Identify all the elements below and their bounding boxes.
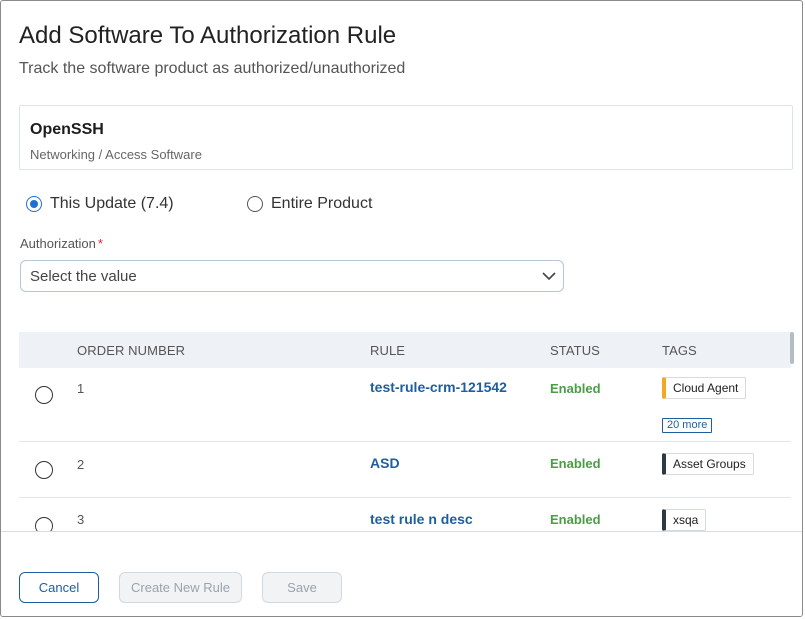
row-rule-link[interactable]: test rule n desc <box>370 511 473 527</box>
radio-this-update[interactable]: This Update (7.4) <box>26 195 174 213</box>
row-select-radio[interactable] <box>35 517 53 531</box>
dialog-title: Add Software To Authorization Rule <box>19 22 397 49</box>
add-software-dialog: Add Software To Authorization Rule Track… <box>0 0 803 617</box>
row-status: Enabled <box>550 381 601 396</box>
header-rule: RULE <box>370 343 406 358</box>
authorization-select[interactable]: Select the value <box>20 260 564 292</box>
table-header: ORDER NUMBER RULE STATUS TAGS <box>19 332 791 368</box>
tag-badge: xsqa <box>662 509 707 531</box>
authorization-label-text: Authorization <box>20 236 96 251</box>
row-rule-link[interactable]: ASD <box>370 455 400 471</box>
table-row: 3 test rule n desc Enabled xsqa <box>19 498 791 531</box>
create-new-rule-button[interactable]: Create New Rule <box>119 572 242 603</box>
row-select-radio[interactable] <box>35 386 53 404</box>
product-name: OpenSSH <box>30 121 104 138</box>
authorization-label: Authorization * <box>20 236 103 251</box>
cancel-button[interactable]: Cancel <box>19 572 99 603</box>
row-status: Enabled <box>550 456 601 471</box>
tag-badge: Asset Groups <box>662 453 754 475</box>
tag-badge: Cloud Agent <box>662 377 747 399</box>
radio-entire-product[interactable]: Entire Product <box>247 195 372 213</box>
radio-entire-product-label: Entire Product <box>271 195 373 212</box>
header-tags: TAGS <box>662 343 697 358</box>
row-select-radio[interactable] <box>35 461 53 479</box>
row-order: 2 <box>77 457 85 472</box>
header-status: STATUS <box>550 343 600 358</box>
product-card: OpenSSH Networking / Access Software <box>19 105 793 170</box>
dialog-footer: Cancel Create New Rule Save <box>1 531 802 616</box>
table-row: 1 test-rule-crm-121542 Enabled Cloud Age… <box>19 368 791 442</box>
header-order-number: ORDER NUMBER <box>77 343 186 358</box>
row-order: 1 <box>77 381 85 396</box>
more-tags-link[interactable]: 20 more <box>662 418 713 433</box>
chevron-down-icon <box>542 272 556 281</box>
row-rule-link[interactable]: test-rule-crm-121542 <box>370 379 507 395</box>
row-status: Enabled <box>550 512 601 527</box>
product-category: Networking / Access Software <box>30 147 202 162</box>
rules-table: ORDER NUMBER RULE STATUS TAGS 1 test-rul… <box>19 332 791 531</box>
table-scrollbar[interactable] <box>790 332 794 364</box>
radio-checked-icon[interactable] <box>26 196 42 212</box>
table-row: 2 ASD Enabled Asset Groups <box>19 442 791 498</box>
row-order: 3 <box>77 512 85 527</box>
required-mark: * <box>97 236 103 251</box>
authorization-select-placeholder: Select the value <box>30 268 137 285</box>
dialog-subtitle: Track the software product as authorized… <box>19 60 406 77</box>
radio-this-update-label: This Update (7.4) <box>50 195 174 212</box>
save-button[interactable]: Save <box>262 572 342 603</box>
radio-unchecked-icon[interactable] <box>247 196 263 212</box>
